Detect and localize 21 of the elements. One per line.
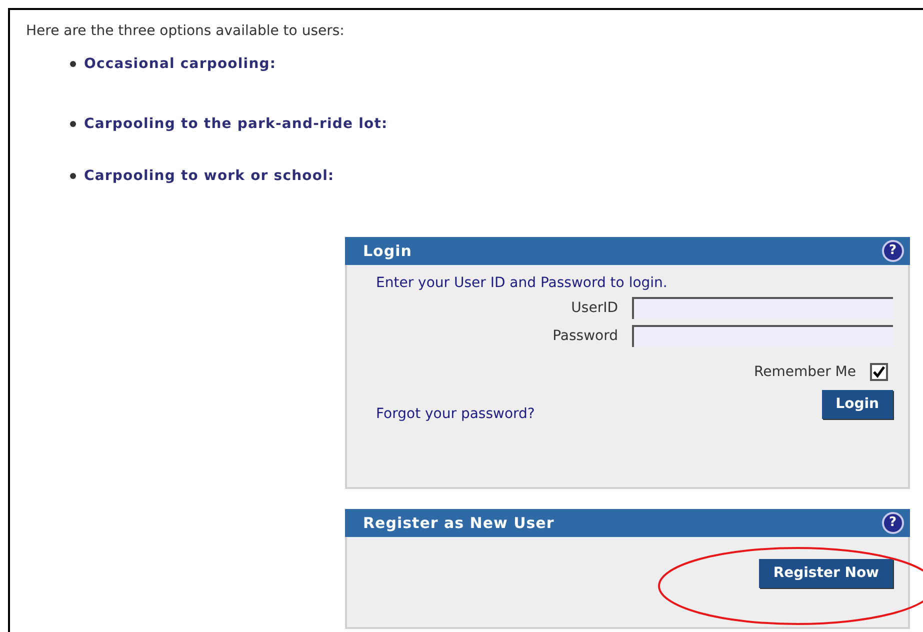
field-label: UserID	[571, 298, 618, 318]
bullet-icon	[70, 173, 76, 179]
field-label: Password	[552, 326, 618, 346]
help-icon[interactable]: ?	[882, 240, 904, 262]
input-field[interactable]	[632, 325, 893, 347]
panel-title: Login	[363, 240, 412, 262]
panel-title: Register as New User	[363, 512, 554, 534]
option-heading: Carpooling to the park-and-ride lot:	[84, 114, 388, 134]
option-heading: Carpooling to work or school:	[84, 166, 334, 186]
option-heading: Occasional carpooling:	[84, 54, 276, 74]
forgot-password-link[interactable]: Forgot your password?	[376, 404, 535, 425]
checkbox-label: Remember Me	[754, 362, 856, 382]
intro-text: Here are the three options available to users:	[26, 22, 346, 40]
help-icon[interactable]: ?	[882, 512, 904, 534]
input-field[interactable]	[632, 297, 893, 319]
bullet-icon	[70, 61, 76, 67]
register-button[interactable]: Register Now	[759, 559, 893, 588]
remember-checkbox[interactable]	[870, 363, 888, 381]
instruction-text: Enter your User ID and Password to login.	[375, 274, 668, 293]
login-button[interactable]: Login	[822, 390, 893, 419]
bullet-icon	[70, 121, 76, 127]
